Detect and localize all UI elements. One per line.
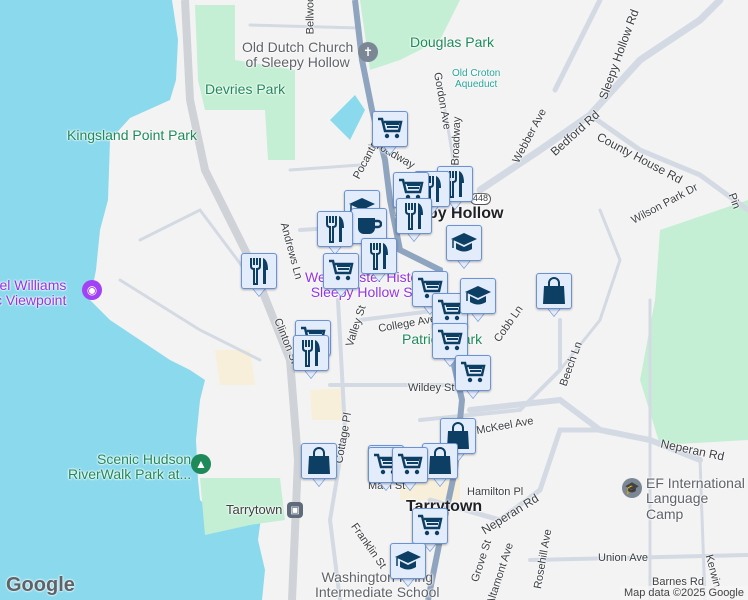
label-douglas-park[interactable]: Douglas Park (410, 34, 494, 50)
school-pin-icon[interactable]: 🎓 (622, 478, 642, 498)
restaurant-icon (241, 253, 277, 289)
label-daniel-williams-viewpoint[interactable]: Daniel Williams Scenic Viewpoint (0, 277, 66, 309)
label-ef-international[interactable]: EF International Language Camp (646, 475, 748, 522)
shopping-cart-icon (455, 355, 491, 391)
marker-restaurant[interactable] (361, 238, 397, 284)
train-station-icon[interactable]: ▣ (287, 502, 303, 518)
label-kingsland-point-park[interactable]: Kingsland Point Park (67, 127, 197, 143)
map-attribution[interactable]: Map data ©2025 Google (619, 586, 748, 600)
restaurant-icon (361, 238, 397, 274)
marker-shopping-cart[interactable] (392, 447, 428, 493)
label-old-dutch-church[interactable]: Old Dutch Church of Sleepy Hollow (242, 39, 353, 71)
pond (330, 95, 365, 140)
school-icon (390, 543, 426, 579)
route-shield-448: 448 (470, 193, 492, 205)
marker-restaurant[interactable] (293, 335, 329, 381)
street-bellwood: Bellwood (304, 0, 317, 35)
marker-shopping-cart[interactable] (323, 253, 359, 299)
east-park-area (640, 200, 748, 445)
marker-shopping-bag[interactable] (301, 443, 337, 489)
camera-icon[interactable]: ◉ (82, 280, 102, 300)
street-broadway: Broadway (449, 116, 464, 166)
shopping-cart-icon (432, 323, 468, 359)
map-canvas[interactable]: Old Dutch Church of Sleepy Hollow ✝ Doug… (0, 0, 748, 600)
school-icon (446, 225, 482, 261)
restaurant-icon (396, 198, 432, 234)
label-devries-park[interactable]: Devries Park (205, 81, 285, 97)
marker-school[interactable] (460, 278, 496, 324)
restaurant-icon (293, 335, 329, 371)
marker-shopping-cart[interactable] (372, 111, 408, 157)
marker-restaurant[interactable] (317, 211, 353, 257)
label-scenic-hudson-riverwalk[interactable]: Scenic Hudson RiverWalk Park at... (68, 451, 191, 483)
school-icon (460, 278, 496, 314)
marker-school[interactable] (390, 543, 426, 589)
shopping-cart-icon (323, 253, 359, 289)
label-old-croton-aqueduct[interactable]: Old Croton Aqueduct (452, 68, 500, 90)
shopping-cart-icon (412, 508, 448, 544)
street-hamilton: Hamilton Pl (467, 486, 524, 498)
marker-school[interactable] (446, 225, 482, 271)
shopping-cart-icon (392, 447, 428, 483)
shopping-bag-icon (536, 273, 572, 309)
church-icon[interactable]: ✝ (358, 42, 378, 62)
marker-restaurant[interactable] (396, 198, 432, 244)
label-tarrytown-station[interactable]: Tarrytown (226, 502, 282, 517)
restaurant-icon (317, 211, 353, 247)
park-tree-icon[interactable]: ▲ (191, 454, 211, 474)
street-wildey: Wildey St (408, 382, 455, 394)
marker-shopping-cart[interactable] (455, 355, 491, 401)
shopping-cart-icon (372, 111, 408, 147)
street-union: Union Ave (598, 552, 648, 564)
shopping-bag-icon (301, 443, 337, 479)
google-logo: Google (6, 574, 75, 596)
marker-shopping-bag[interactable] (536, 273, 572, 319)
marker-restaurant[interactable] (241, 253, 277, 299)
